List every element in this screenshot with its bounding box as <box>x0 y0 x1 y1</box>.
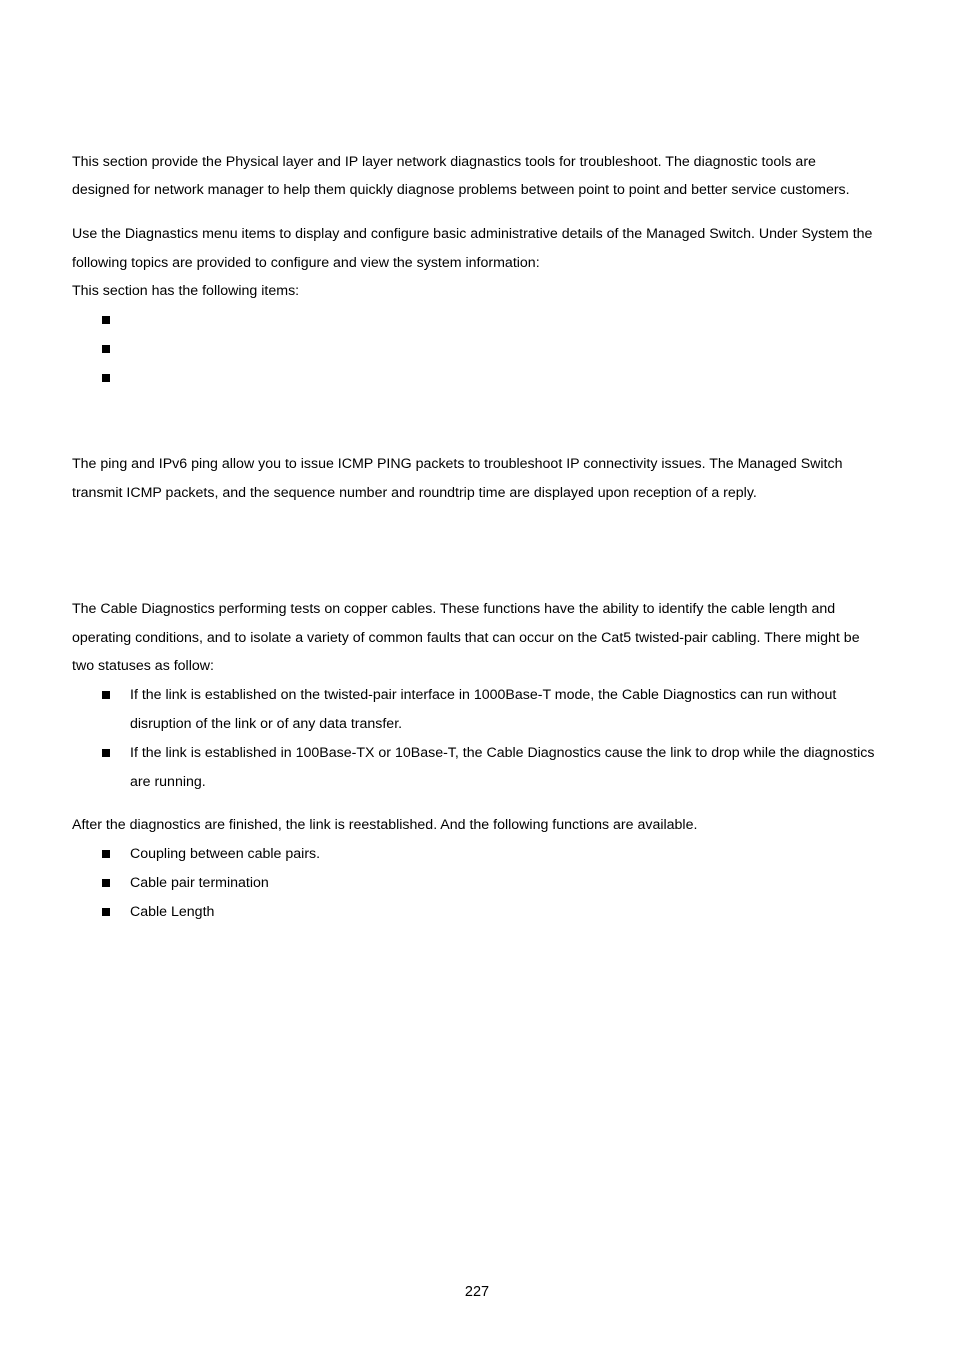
square-bullet-icon <box>102 374 110 382</box>
menu-description-line: following topics are provided to configu… <box>72 255 540 271</box>
square-bullet-icon <box>102 908 110 916</box>
cable-diagnostics-line: operating conditions, and to isolate a v… <box>72 630 860 646</box>
square-bullet-icon <box>102 879 110 887</box>
list-item-text: are running. <box>130 774 206 790</box>
ping-line: The ping and IPv6 ping allow you to issu… <box>72 456 843 472</box>
cable-diagnostics-line: two statuses as follow: <box>72 658 214 674</box>
page-number: 227 <box>464 1284 490 1300</box>
list-item-text: disruption of the link or of any data tr… <box>130 716 403 732</box>
square-bullet-icon <box>102 749 110 757</box>
document-page: This section provide the Physical layer … <box>0 0 954 1350</box>
list-item-text: If the link is established on the twiste… <box>130 687 837 703</box>
intro-line: This section provide the Physical layer … <box>72 154 816 170</box>
ping-line: transmit ICMP packets, and the sequence … <box>72 485 757 501</box>
list-item-text: Cable Length <box>130 904 215 920</box>
menu-description-line: This section has the following items: <box>72 283 300 299</box>
list-item-text: If the link is established in 100Base-TX… <box>130 745 875 761</box>
list-item-text: Coupling between cable pairs. <box>130 846 321 862</box>
square-bullet-icon <box>102 316 110 324</box>
cable-diagnostics-line: The Cable Diagnostics performing tests o… <box>72 601 836 617</box>
menu-description-line: Use the Diagnastics menu items to displa… <box>72 226 873 242</box>
square-bullet-icon <box>102 345 110 353</box>
after-diagnostics-text: After the diagnostics are finished, the … <box>72 817 698 833</box>
intro-line: designed for network manager to help the… <box>72 182 850 198</box>
square-bullet-icon <box>102 691 110 699</box>
square-bullet-icon <box>102 850 110 858</box>
list-item-text: Cable pair termination <box>130 875 269 891</box>
